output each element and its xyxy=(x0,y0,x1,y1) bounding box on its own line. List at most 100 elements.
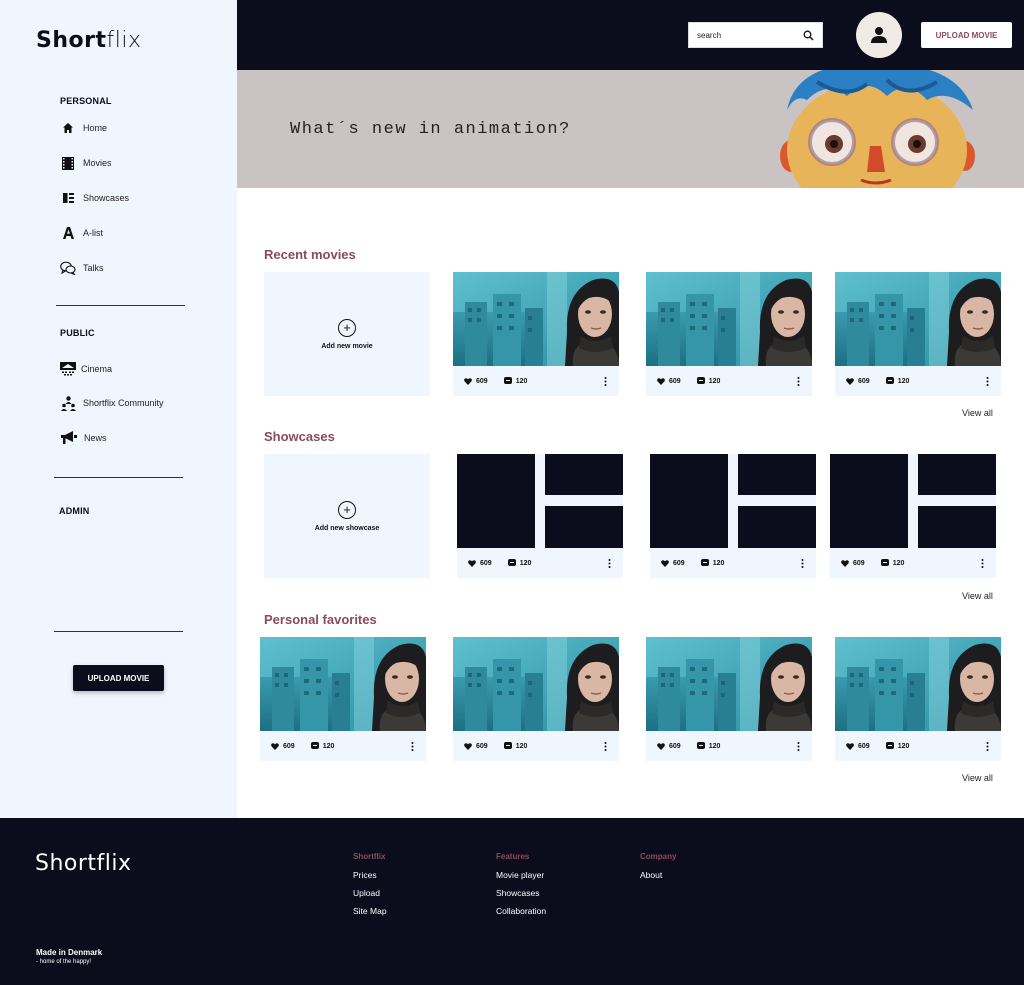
add-new-showcase-card[interactable]: + Add new showcase xyxy=(264,454,430,578)
likes[interactable]: 609 xyxy=(464,378,488,385)
movie-card[interactable]: 609 120 xyxy=(835,272,1001,396)
footer-link-upload[interactable]: Upload xyxy=(353,888,387,898)
likes[interactable]: 609 xyxy=(841,560,865,567)
comments[interactable]: 120 xyxy=(885,742,909,750)
sidebar-item-movies[interactable]: Movies xyxy=(60,154,112,172)
favorite-movie-card[interactable]: 609 120 xyxy=(835,637,1001,761)
comments[interactable]: 120 xyxy=(696,377,720,385)
card-meta: 609 120 xyxy=(260,731,426,761)
more-options-icon[interactable] xyxy=(797,376,800,386)
more-options-icon[interactable] xyxy=(986,376,989,386)
comments[interactable]: 120 xyxy=(700,559,724,567)
more-options-icon[interactable] xyxy=(604,741,607,751)
favorites-view-all-link[interactable]: View all xyxy=(962,773,993,783)
comments-count: 120 xyxy=(515,377,528,385)
likes-count: 609 xyxy=(669,377,681,385)
showcase-card[interactable]: 609 120 xyxy=(650,454,816,578)
more-options-icon[interactable] xyxy=(604,376,607,386)
card-meta: 609 120 xyxy=(646,731,812,761)
showcases-view-all-link[interactable]: View all xyxy=(962,591,993,601)
comments[interactable]: 120 xyxy=(885,377,910,385)
sidebar-item-community[interactable]: Shortflix Community xyxy=(60,394,164,412)
comments[interactable]: 120 xyxy=(503,377,528,385)
search-input[interactable] xyxy=(697,30,805,40)
likes[interactable]: 609 xyxy=(846,743,870,750)
made-in-denmark-text: Made in Denmark xyxy=(36,948,103,957)
film-icon xyxy=(60,155,76,171)
more-options-icon[interactable] xyxy=(981,558,984,568)
more-options-icon[interactable] xyxy=(986,741,989,751)
shortflix-logo[interactable]: Shortflix xyxy=(36,28,142,53)
comments[interactable]: 120 xyxy=(507,559,531,567)
favorite-movie-card[interactable]: 609 120 xyxy=(260,637,426,761)
footer-link-site-map[interactable]: Site Map xyxy=(353,906,387,916)
showcase-thumbnail-grid[interactable] xyxy=(650,454,816,548)
movie-thumbnail[interactable] xyxy=(260,637,426,731)
movie-card[interactable]: 609 120 xyxy=(453,272,619,396)
a-list-icon xyxy=(60,225,76,241)
likes[interactable]: 609 xyxy=(846,378,870,385)
showcase-card[interactable]: 609 120 xyxy=(830,454,996,578)
personal-favorites-heading: Personal favorites xyxy=(264,612,377,627)
sidebar-item-news[interactable]: News xyxy=(60,429,107,447)
movie-thumbnail[interactable] xyxy=(835,637,1001,731)
card-meta: 609 120 xyxy=(453,731,619,761)
footer-link-collaboration[interactable]: Collaboration xyxy=(496,906,546,916)
comment-icon xyxy=(885,377,894,384)
showcase-tile xyxy=(738,506,816,548)
movie-thumbnail[interactable] xyxy=(453,637,619,731)
banner-headline: What´s new in animation? xyxy=(290,120,571,139)
more-options-icon[interactable] xyxy=(608,558,611,568)
sidebar-item-cinema[interactable]: Cinema xyxy=(60,360,112,378)
showcase-thumbnail-grid[interactable] xyxy=(830,454,996,548)
sidebar-item-showcases[interactable]: Showcases xyxy=(60,189,129,207)
comments[interactable]: 120 xyxy=(503,742,527,750)
sidebar-item-label: Cinema xyxy=(81,364,113,374)
footer-logo[interactable]: Shortflix xyxy=(35,851,132,876)
sidebar-item-home[interactable]: Home xyxy=(60,119,107,137)
likes[interactable]: 609 xyxy=(657,743,681,750)
comments[interactable]: 120 xyxy=(880,559,904,567)
sidebar-item-talks[interactable]: Talks xyxy=(60,259,104,277)
sidebar-divider xyxy=(56,305,185,306)
showcase-card[interactable]: 609 120 xyxy=(457,454,623,578)
sidebar-upload-movie-button[interactable]: UPLOAD MOVIE xyxy=(73,665,164,691)
likes[interactable]: 609 xyxy=(468,560,492,567)
comments-count: 120 xyxy=(897,377,910,385)
footer-link-showcases[interactable]: Showcases xyxy=(496,888,546,898)
search-icon[interactable] xyxy=(803,30,814,41)
likes[interactable]: 609 xyxy=(661,560,685,567)
add-new-movie-card[interactable]: + Add new movie xyxy=(264,272,430,396)
likes[interactable]: 609 xyxy=(271,743,295,750)
sidebar-item-a-list[interactable]: A-list xyxy=(60,224,103,242)
likes-count: 609 xyxy=(858,742,870,750)
more-options-icon[interactable] xyxy=(411,741,414,751)
comments[interactable]: 120 xyxy=(696,742,720,750)
sidebar-item-label: Talks xyxy=(83,263,104,273)
movie-thumbnail[interactable] xyxy=(453,272,619,366)
header-upload-movie-button[interactable]: UPLOAD MOVIE xyxy=(921,22,1012,48)
movie-thumbnail[interactable] xyxy=(835,272,1001,366)
recent-movies-view-all-link[interactable]: View all xyxy=(962,408,993,418)
footer-link-about[interactable]: About xyxy=(640,870,676,880)
footer-link-movie-player[interactable]: Movie player xyxy=(496,870,546,880)
likes[interactable]: 609 xyxy=(464,743,488,750)
more-options-icon[interactable] xyxy=(801,558,804,568)
user-avatar[interactable] xyxy=(856,12,902,58)
favorite-movie-card[interactable]: 609 120 xyxy=(646,637,812,761)
showcase-thumbnail-grid[interactable] xyxy=(457,454,623,548)
sidebar: Shortflix PERSONAL Home Movies Showcases… xyxy=(0,0,237,818)
comments[interactable]: 120 xyxy=(310,742,335,750)
likes[interactable]: 609 xyxy=(657,378,681,385)
movie-card[interactable]: 609 120 xyxy=(646,272,812,396)
comments-count: 120 xyxy=(322,742,335,750)
sidebar-divider xyxy=(54,477,183,478)
movie-thumbnail[interactable] xyxy=(646,272,812,366)
favorite-movie-card[interactable]: 609 120 xyxy=(453,637,619,761)
sidebar-item-label: News xyxy=(84,433,107,443)
megaphone-icon xyxy=(60,430,77,446)
heart-icon xyxy=(841,559,849,567)
more-options-icon[interactable] xyxy=(797,741,800,751)
movie-thumbnail[interactable] xyxy=(646,637,812,731)
footer-link-prices[interactable]: Prices xyxy=(353,870,387,880)
